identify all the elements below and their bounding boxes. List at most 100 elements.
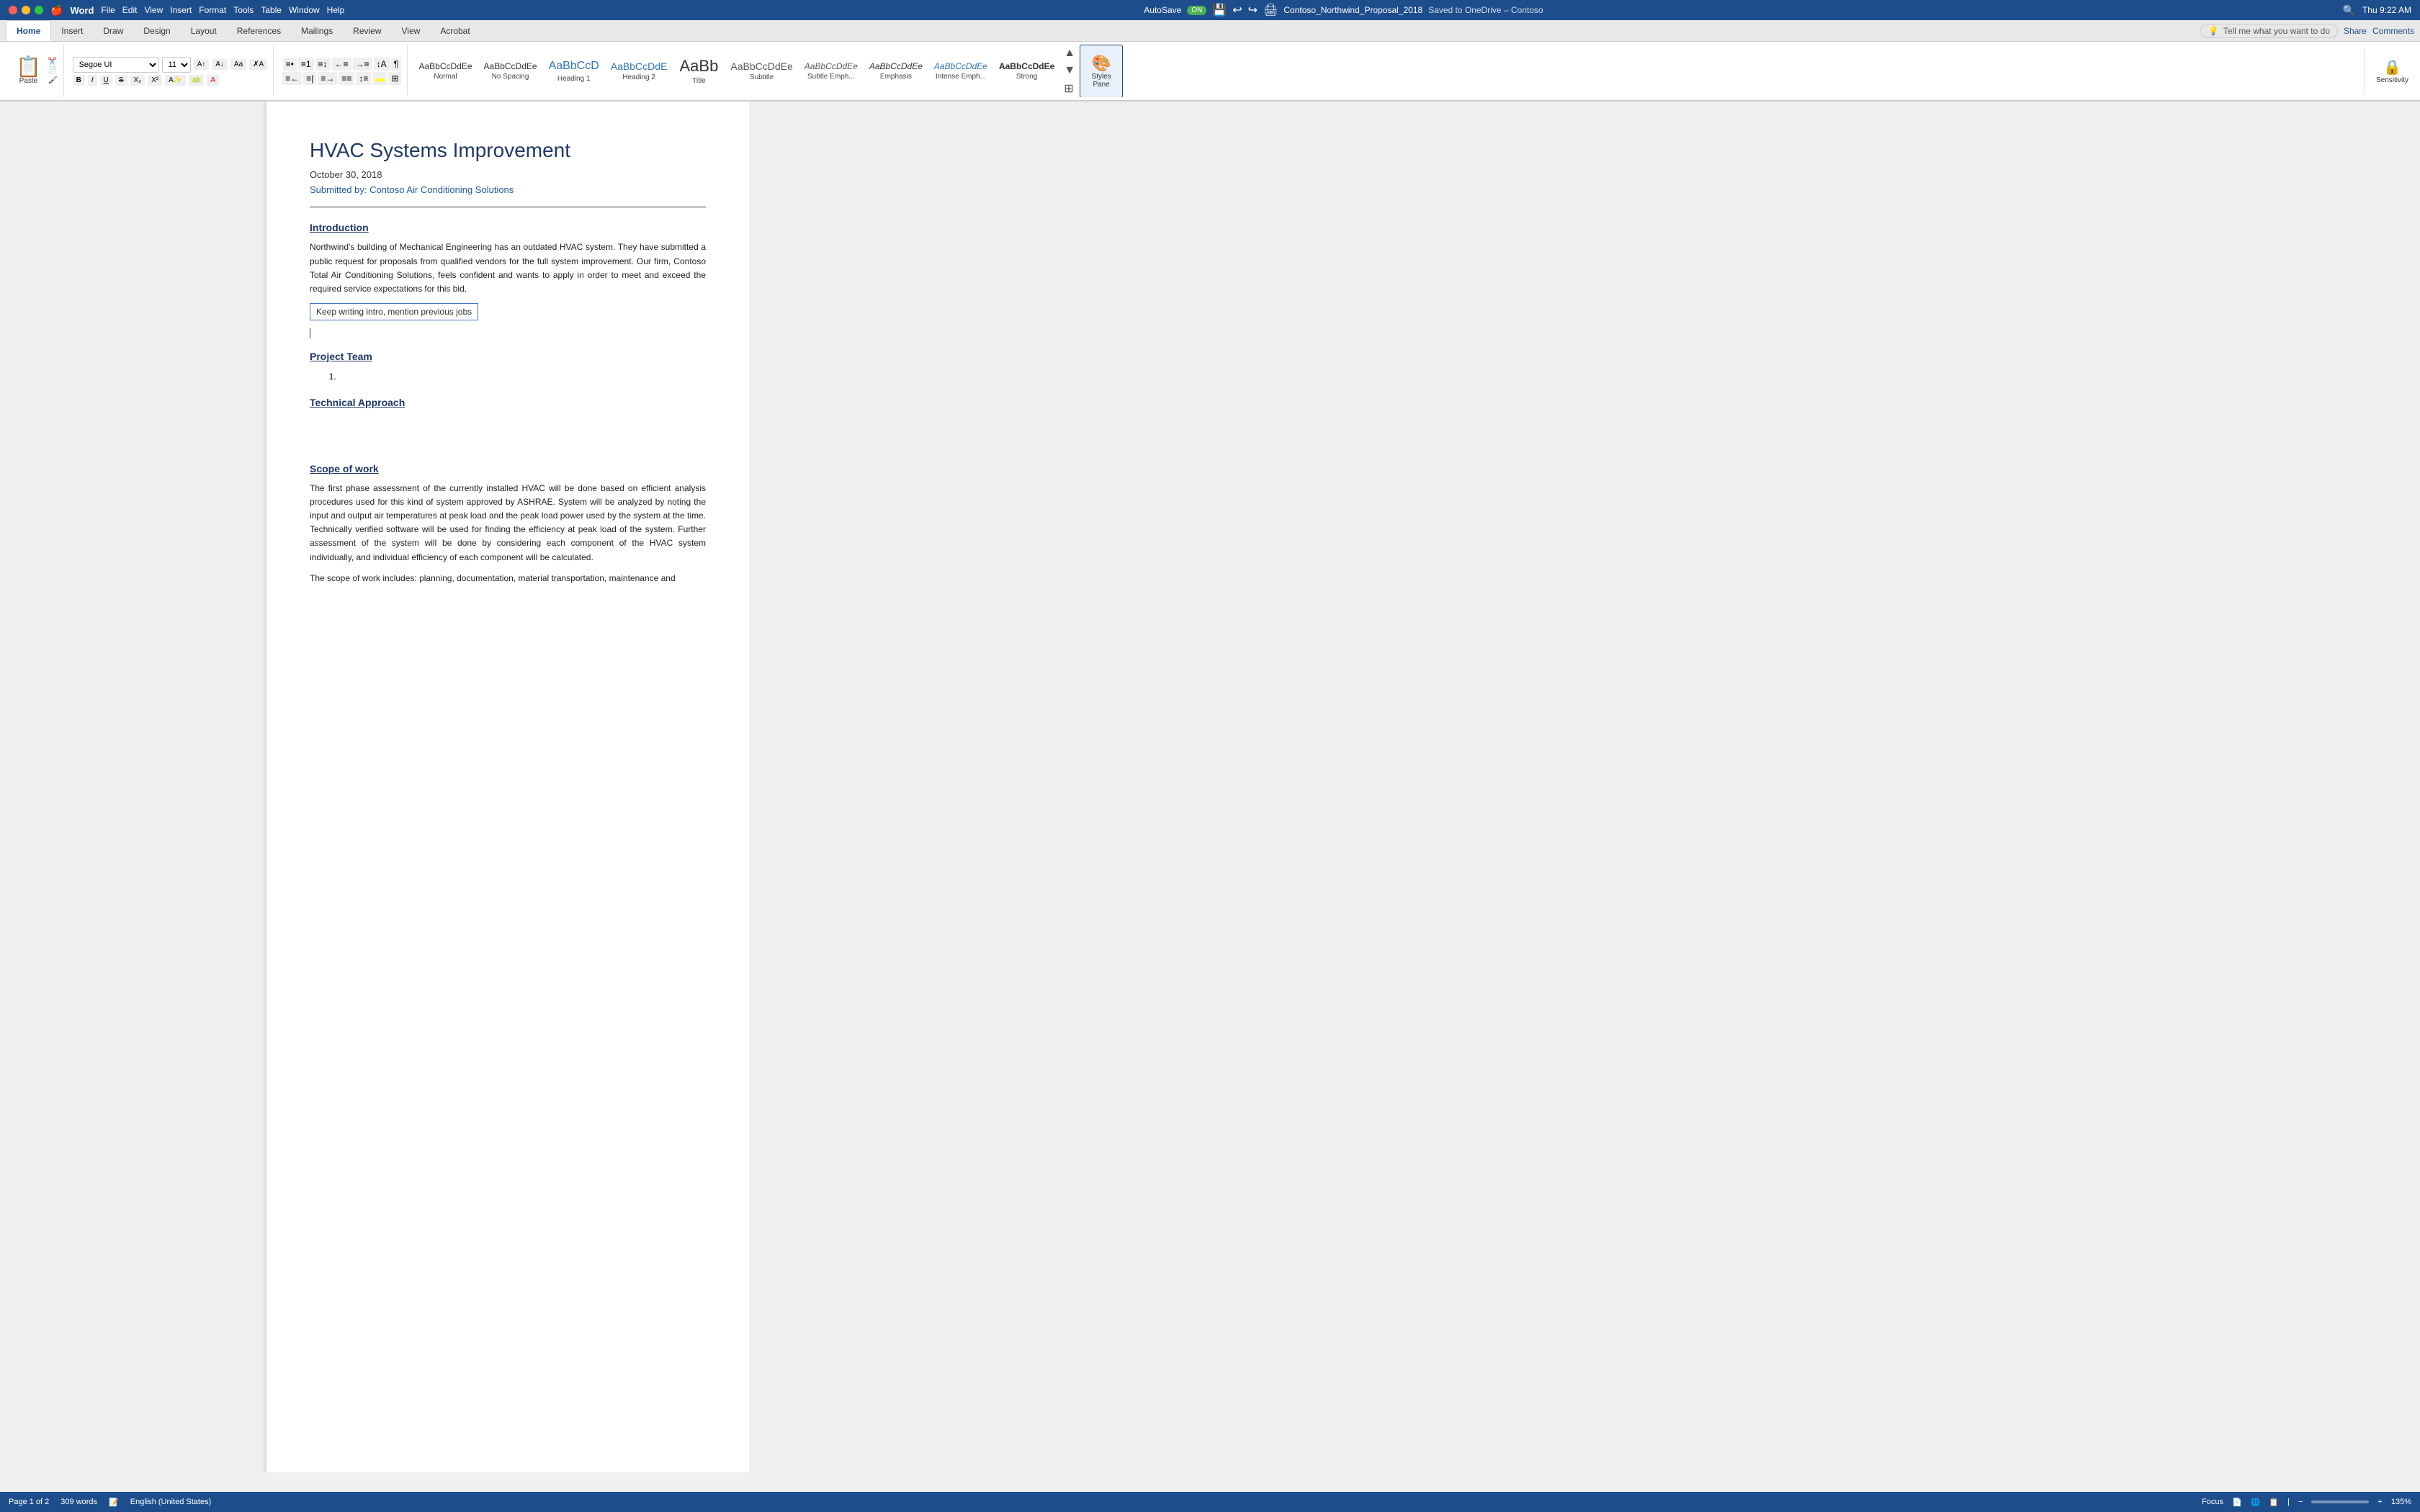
font-group: Segoe UI 11 A↑ A↓ Aa ✗A B I U S X₂ X² [67, 45, 274, 97]
multilevel-list-button[interactable]: ≡↕ [315, 58, 331, 71]
share-button[interactable]: Share [2344, 26, 2367, 36]
styles-scroll-down[interactable]: ▼ [1062, 63, 1077, 78]
justify-button[interactable]: ≡≡ [339, 72, 354, 85]
increase-indent-button[interactable]: →≡ [353, 58, 372, 71]
autosave-toggle[interactable]: ON [1187, 6, 1206, 15]
decrease-indent-button[interactable]: ←≡ [332, 58, 351, 71]
maximize-button[interactable] [35, 6, 43, 14]
web-layout-icon[interactable]: 🌐 [2251, 1498, 2261, 1507]
style-title[interactable]: AaBb Title [673, 45, 724, 97]
text-highlight-button[interactable]: ab [189, 75, 204, 86]
line-spacing-button[interactable]: ↕≡ [356, 72, 371, 85]
format-painter-button[interactable]: 🖌 [48, 76, 58, 84]
zoom-level[interactable]: 135% [2391, 1498, 2411, 1506]
paste-button[interactable]: 📋 Paste [12, 55, 45, 86]
technical-heading: Technical Approach [310, 397, 706, 408]
styles-pane-button[interactable]: 🎨 Styles Pane [1080, 45, 1123, 97]
zoom-slider[interactable] [2311, 1500, 2369, 1503]
tools-menu[interactable]: Tools [233, 5, 254, 15]
tab-review[interactable]: Review [343, 20, 391, 41]
font-size-select[interactable]: 11 [162, 57, 191, 73]
clear-format-button[interactable]: ✗A [249, 59, 267, 70]
border-button[interactable]: ⊞ [388, 72, 401, 85]
comments-button[interactable]: Comments [2372, 26, 2414, 36]
tabs-row: Home Insert Draw Design Layout Reference… [0, 20, 2420, 42]
save-status: Saved to OneDrive – Contoso [1428, 5, 1543, 15]
style-emphasis-preview: AaBbCcDdEe [869, 61, 923, 71]
tab-layout[interactable]: Layout [181, 20, 227, 41]
superscript-button[interactable]: X² [148, 75, 162, 86]
proofing-icon[interactable]: 📝 [109, 1498, 119, 1507]
copy-button[interactable]: 📄 [48, 67, 58, 75]
tab-acrobat[interactable]: Acrobat [430, 20, 480, 41]
file-menu[interactable]: File [101, 5, 115, 15]
font-grow-button[interactable]: A↑ [194, 59, 210, 70]
focus-button[interactable]: Focus [2202, 1498, 2223, 1506]
subscript-button[interactable]: X₂ [130, 75, 145, 86]
tab-design[interactable]: Design [133, 20, 180, 41]
zoom-in-button[interactable]: + [2378, 1498, 2382, 1506]
strikethrough-button[interactable]: S [115, 75, 127, 86]
style-no-spacing[interactable]: AaBbCcDdEe No Spacing [479, 45, 542, 97]
style-subtle-emph[interactable]: AaBbCcDdEe Subtle Emph... [799, 45, 863, 97]
style-normal-label: Normal [434, 73, 457, 81]
style-title-label: Title [692, 77, 706, 85]
tell-me-input[interactable]: 💡 Tell me what you want to do [2200, 24, 2338, 38]
shading-button[interactable]: ▬ [372, 72, 387, 85]
comment-box[interactable]: Keep writing intro, mention previous job… [310, 303, 478, 320]
styles-expand[interactable]: ⊞ [1062, 80, 1077, 97]
style-heading2[interactable]: AaBbCcDdE Heading 2 [606, 45, 673, 97]
technical-spacer [310, 415, 706, 451]
tab-references[interactable]: References [227, 20, 291, 41]
edit-menu[interactable]: Edit [122, 5, 138, 15]
page-container[interactable]: HVAC Systems Improvement October 30, 201… [266, 102, 749, 1472]
sensitivity-button[interactable]: 🔒 Sensitivity [2370, 45, 2414, 98]
tab-view[interactable]: View [392, 20, 431, 41]
tab-insert[interactable]: Insert [51, 20, 93, 41]
view-menu[interactable]: View [144, 5, 163, 15]
cut-button[interactable]: ✂️ [48, 58, 58, 66]
style-emphasis[interactable]: AaBbCcDdEe Emphasis [864, 45, 928, 97]
align-left-button[interactable]: ≡← [282, 72, 302, 85]
style-intense-emph[interactable]: AaBbCcDdEe Intense Emph... [929, 45, 992, 97]
help-menu[interactable]: Help [327, 5, 345, 15]
styles-scroll-area: ▲ ▼ ⊞ [1061, 45, 1078, 97]
window-menu[interactable]: Window [289, 5, 320, 15]
italic-button[interactable]: I [88, 75, 97, 86]
numbered-list-button[interactable]: ≡1 [298, 58, 314, 71]
font-family-select[interactable]: Segoe UI [73, 57, 159, 73]
style-intense-emph-preview: AaBbCcDdEe [934, 61, 987, 71]
bold-button[interactable]: B [73, 75, 85, 86]
style-no-spacing-label: No Spacing [492, 73, 529, 81]
style-subtitle[interactable]: AaBbCcDdEe Subtitle [725, 45, 797, 97]
status-bar: Page 1 of 2 309 words 📝 English (United … [0, 1492, 2420, 1512]
document-area: HVAC Systems Improvement October 30, 201… [0, 102, 2420, 1472]
minimize-button[interactable] [22, 6, 30, 14]
format-menu[interactable]: Format [199, 5, 226, 15]
align-center-button[interactable]: ≡| [303, 72, 316, 85]
style-normal[interactable]: AaBbCcDdEe Normal [413, 45, 477, 97]
print-layout-icon[interactable]: 📄 [2232, 1498, 2242, 1507]
tab-home[interactable]: Home [6, 20, 51, 41]
close-button[interactable] [9, 6, 17, 14]
font-color-button[interactable]: A [207, 75, 219, 86]
show-hide-button[interactable]: ¶ [391, 58, 401, 71]
search-icon[interactable]: 🔍 [2343, 4, 2355, 17]
styles-scroll-up[interactable]: ▲ [1062, 45, 1077, 61]
sort-button[interactable]: ↕A [374, 58, 390, 71]
table-menu[interactable]: Table [261, 5, 282, 15]
zoom-out-button[interactable]: − [2298, 1498, 2303, 1506]
change-case-button[interactable]: Aa [230, 59, 246, 70]
tab-draw[interactable]: Draw [93, 20, 133, 41]
underline-button[interactable]: U [100, 75, 112, 86]
insert-menu[interactable]: Insert [170, 5, 192, 15]
style-strong[interactable]: AaBbCcDdEe Strong [994, 45, 1059, 97]
view-mode-icon[interactable]: 📋 [2269, 1498, 2279, 1507]
bullet-list-button[interactable]: ≡• [283, 58, 297, 71]
tab-mailings[interactable]: Mailings [291, 20, 343, 41]
paste-icon: 📋 [16, 57, 41, 77]
font-shrink-button[interactable]: A↓ [212, 59, 228, 70]
style-heading1[interactable]: AaBbCcD Heading 1 [544, 45, 604, 97]
text-effect-button[interactable]: A✨ [165, 75, 186, 86]
align-right-button[interactable]: ≡→ [318, 72, 337, 85]
